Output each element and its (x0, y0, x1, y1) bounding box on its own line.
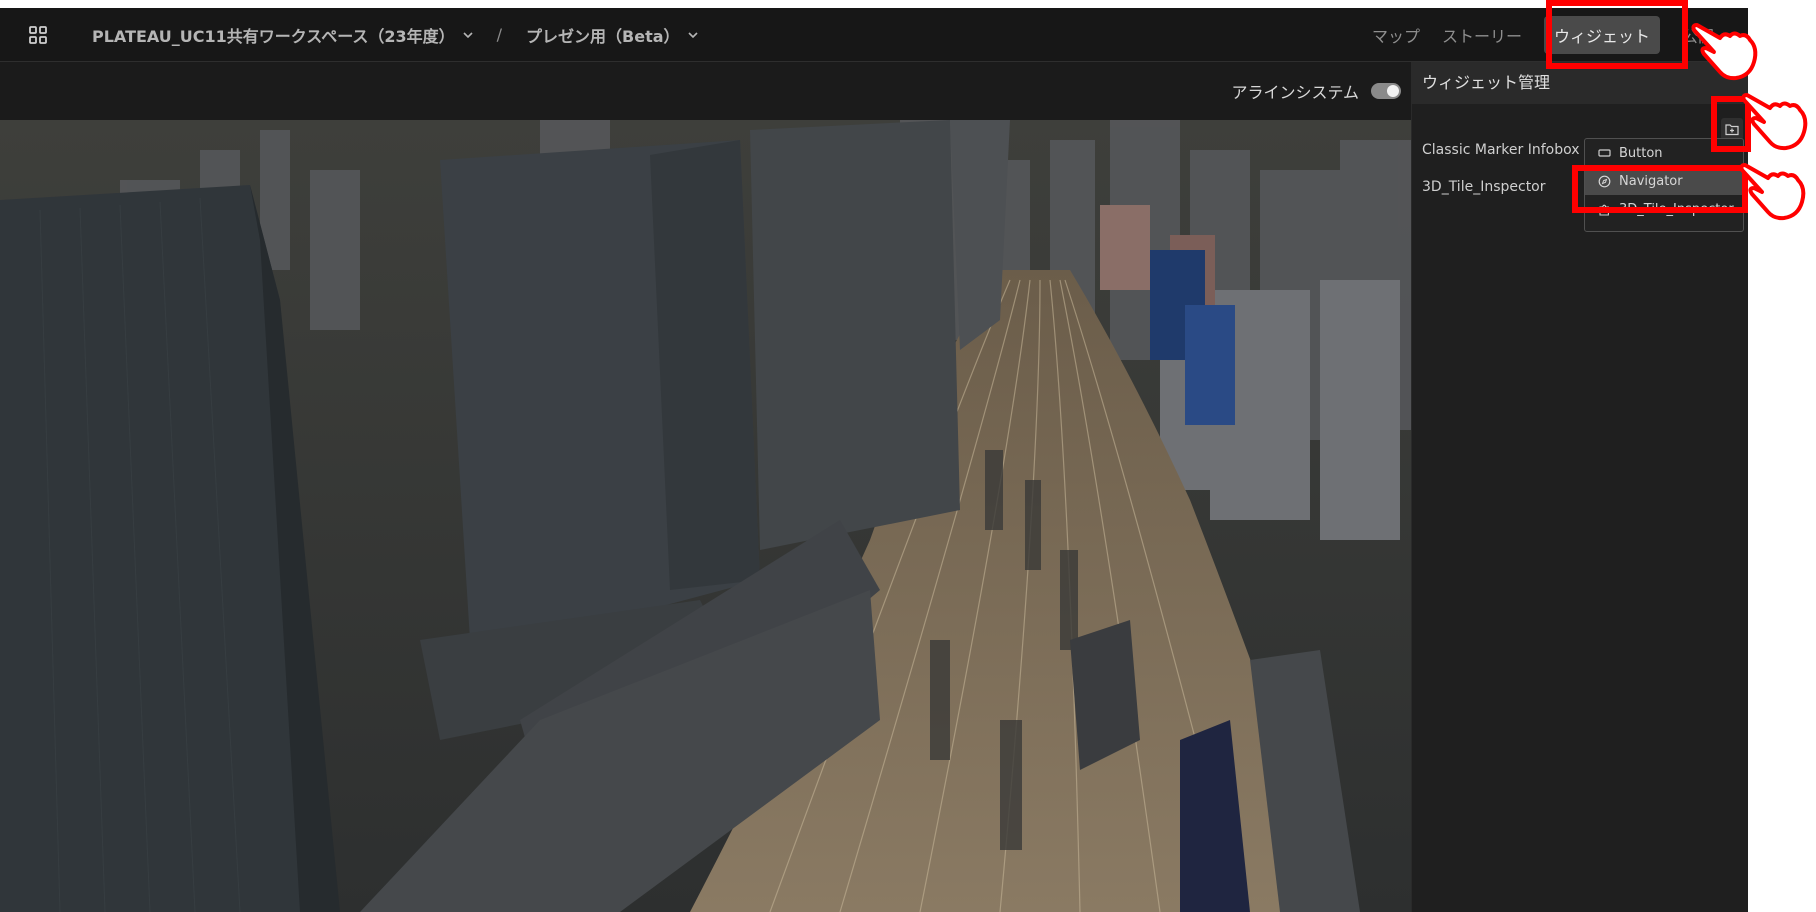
project-name: プレゼン用（Beta） (526, 26, 680, 46)
add-widget-button[interactable] (1721, 118, 1743, 140)
tab-widget[interactable]: ウィジェット (1543, 15, 1660, 54)
widget-3d-tile-inspector[interactable]: 3D_Tile_Inspector (1422, 179, 1546, 195)
top-header: PLATEAU_UC11共有ワークスペース（23年度） / プレゼン用（Beta… (0, 8, 1748, 62)
menu-item-label: Button (1619, 145, 1663, 161)
workspace-name: PLATEAU_UC11共有ワークスペース（23年度） (92, 26, 455, 46)
align-system-toggle[interactable] (1371, 82, 1401, 99)
breadcrumb-separator: / (496, 25, 503, 44)
menu-item-label: Navigator (1619, 173, 1683, 189)
app-window: PLATEAU_UC11共有ワークスペース（23年度） / プレゼン用（Beta… (0, 8, 1748, 912)
tab-publish[interactable]: 公開 (1682, 23, 1714, 47)
menu-item-navigator[interactable]: Navigator (1585, 167, 1743, 195)
menu-item-3d-tile-inspector[interactable]: 3D_Tile_Inspector (1585, 195, 1743, 223)
viewport-toolbar: アラインシステム (0, 62, 1411, 119)
add-widget-menu: Button Navigator 3D_Tile_Inspector (1584, 138, 1744, 232)
add-folder-icon (1725, 124, 1739, 136)
puzzle-icon (1599, 204, 1611, 216)
breadcrumb: PLATEAU_UC11共有ワークスペース（23年度） / プレゼン用（Beta… (92, 8, 698, 61)
panel-title: ウィジェット管理 (1412, 62, 1748, 104)
menu-item-button[interactable]: Button (1585, 139, 1743, 167)
align-system-label: アラインシステム (1231, 82, 1359, 102)
grid-apps-icon[interactable] (28, 25, 48, 45)
widget-classic-marker-infobox[interactable]: Classic Marker Infobox (1422, 142, 1580, 158)
pointing-hand-icon (1741, 93, 1808, 151)
tab-story[interactable]: ストーリー (1442, 23, 1522, 47)
widget-panel: ウィジェット管理 Classic Marker Infobox 3D_Tile_… (1411, 62, 1748, 912)
chevron-down-icon (463, 31, 473, 38)
compass-icon (1598, 175, 1611, 187)
map-viewport[interactable] (0, 120, 1411, 912)
main-tabs: マップ ストーリー ウィジェット 公開 (1372, 8, 1714, 61)
button-rect-icon (1598, 149, 1611, 157)
workspace-selector[interactable]: PLATEAU_UC11共有ワークスペース（23年度） (92, 23, 473, 47)
chevron-down-icon (687, 31, 698, 38)
menu-item-label: 3D_Tile_Inspector (1619, 201, 1734, 217)
3d-city-scene (0, 120, 1411, 912)
pointing-hand-icon (1739, 163, 1806, 221)
tab-map[interactable]: マップ (1372, 23, 1420, 47)
project-selector[interactable]: プレゼン用（Beta） (526, 23, 698, 47)
